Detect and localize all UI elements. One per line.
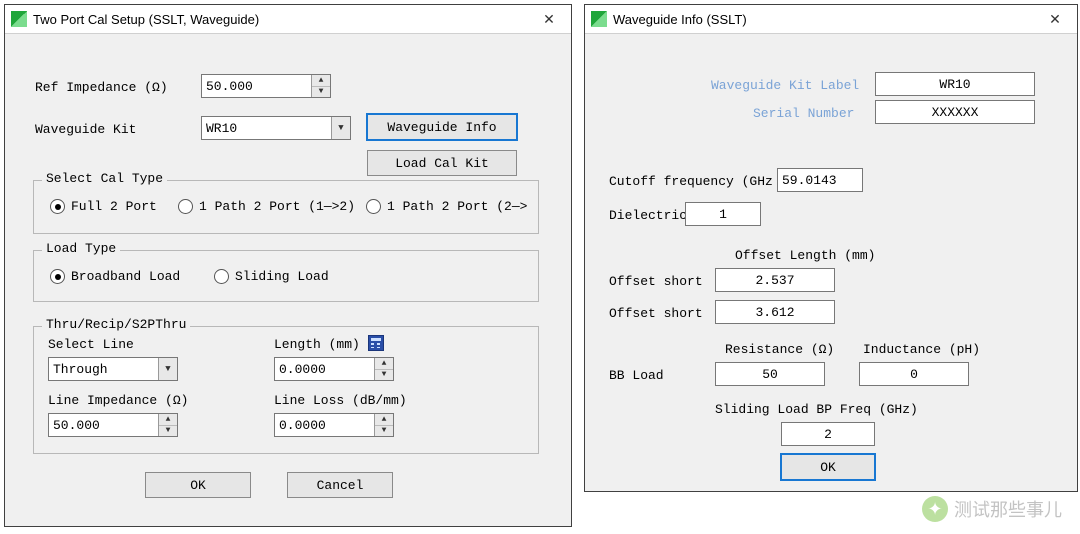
dielectric-value: 1 — [719, 207, 727, 222]
close-button[interactable]: ✕ — [1035, 6, 1075, 32]
app-icon — [591, 11, 607, 27]
calculator-icon[interactable] — [368, 335, 384, 351]
offset-short1-label: Offset short — [609, 274, 703, 289]
radio-full-2-port[interactable]: Full 2 Port — [50, 199, 157, 214]
select-line-select[interactable]: Through ▼ — [48, 357, 178, 381]
load-type-legend: Load Type — [42, 241, 120, 256]
select-line-label: Select Line — [48, 337, 134, 352]
titlebar: Waveguide Info (SSLT) ✕ — [585, 5, 1077, 34]
dialog-title: Two Port Cal Setup (SSLT, Waveguide) — [33, 12, 529, 27]
serial-number-value: XXXXXX — [932, 105, 979, 120]
ref-impedance-input[interactable]: 50.000 ▲▼ — [201, 74, 331, 98]
serial-number-label: Serial Number — [753, 106, 854, 121]
thru-group: Thru/Recip/S2PThru Select Line Through ▼… — [33, 326, 539, 454]
sliding-bp-input[interactable]: 2 — [781, 422, 875, 446]
radio-dot-icon — [214, 269, 229, 284]
close-button[interactable]: ✕ — [529, 6, 569, 32]
line-loss-spinner[interactable]: ▲▼ — [374, 414, 393, 436]
line-impedance-label: Line Impedance (Ω) — [48, 393, 188, 408]
resistance-value: 50 — [762, 367, 778, 382]
radio-sliding-load[interactable]: Sliding Load — [214, 269, 329, 284]
dielectric-input[interactable]: 1 — [685, 202, 761, 226]
radio-dot-icon — [178, 199, 193, 214]
radio-dot-icon — [50, 269, 65, 284]
length-label: Length (mm) — [274, 337, 360, 352]
kit-label-value: WR10 — [939, 77, 970, 92]
line-impedance-value: 50.000 — [53, 418, 100, 433]
client-area: Waveguide Kit Label WR10 Serial Number X… — [585, 34, 1077, 492]
offset-short1-value: 2.537 — [755, 273, 794, 288]
offset-short2-input[interactable]: 3.612 — [715, 300, 835, 324]
serial-number-input[interactable]: XXXXXX — [875, 100, 1035, 124]
resistance-label: Resistance (Ω) — [725, 342, 834, 357]
spin-down-icon[interactable]: ▼ — [312, 87, 330, 98]
waveguide-info-button[interactable]: Waveguide Info — [367, 114, 517, 140]
select-line-value: Through — [53, 362, 108, 377]
offset-short2-value: 3.612 — [755, 305, 794, 320]
inductance-input[interactable]: 0 — [859, 362, 969, 386]
spin-up-icon[interactable]: ▲ — [375, 358, 393, 370]
titlebar: Two Port Cal Setup (SSLT, Waveguide) ✕ — [5, 5, 571, 34]
cutoff-frequency-value: 59.0143 — [782, 173, 837, 188]
ok-button[interactable]: OK — [145, 472, 251, 498]
radio-broadband-load[interactable]: Broadband Load — [50, 269, 180, 284]
select-cal-type-legend: Select Cal Type — [42, 171, 167, 186]
spin-down-icon[interactable]: ▼ — [375, 370, 393, 381]
spin-down-icon[interactable]: ▼ — [375, 426, 393, 437]
cutoff-frequency-label: Cutoff frequency (GHz — [609, 174, 773, 189]
chevron-down-icon: ▼ — [331, 117, 350, 139]
watermark-text: 测试那些事儿 — [954, 496, 1062, 522]
spin-up-icon[interactable]: ▲ — [375, 414, 393, 426]
offset-length-header: Offset Length (mm) — [735, 248, 875, 263]
line-loss-input[interactable]: 0.0000 ▲▼ — [274, 413, 394, 437]
waveguide-info-dialog: Waveguide Info (SSLT) ✕ Waveguide Kit La… — [584, 4, 1078, 492]
spin-down-icon[interactable]: ▼ — [159, 426, 177, 437]
line-impedance-input[interactable]: 50.000 ▲▼ — [48, 413, 178, 437]
spin-up-icon[interactable]: ▲ — [312, 75, 330, 87]
ref-impedance-label: Ref Impedance (Ω) — [35, 80, 168, 95]
select-cal-type-group: Select Cal Type Full 2 Port 1 Path 2 Por… — [33, 180, 539, 234]
kit-label-label: Waveguide Kit Label — [711, 78, 859, 93]
offset-short1-input[interactable]: 2.537 — [715, 268, 835, 292]
load-cal-kit-button[interactable]: Load Cal Kit — [367, 150, 517, 176]
dielectric-label: Dielectric — [609, 208, 687, 223]
waveguide-kit-select[interactable]: WR10 ▼ — [201, 116, 351, 140]
length-input[interactable]: 0.0000 ▲▼ — [274, 357, 394, 381]
inductance-value: 0 — [910, 367, 918, 382]
cancel-button[interactable]: Cancel — [287, 472, 393, 498]
spin-up-icon[interactable]: ▲ — [159, 414, 177, 426]
app-icon — [11, 11, 27, 27]
bb-load-label: BB Load — [609, 368, 664, 383]
ref-impedance-value: 50.000 — [206, 79, 253, 94]
wechat-icon: ✦ — [922, 496, 948, 522]
load-type-group: Load Type Broadband Load Sliding Load — [33, 250, 539, 302]
line-loss-value: 0.0000 — [279, 418, 326, 433]
resistance-input[interactable]: 50 — [715, 362, 825, 386]
client-area: Ref Impedance (Ω) 50.000 ▲▼ Waveguide Ki… — [5, 34, 571, 527]
radio-1-path-2-port-12[interactable]: 1 Path 2 Port (1—>2) — [178, 199, 355, 214]
offset-short2-label: Offset short — [609, 306, 703, 321]
dialog-title: Waveguide Info (SSLT) — [613, 12, 1035, 27]
length-spinner[interactable]: ▲▼ — [374, 358, 393, 380]
two-port-cal-setup-dialog: Two Port Cal Setup (SSLT, Waveguide) ✕ R… — [4, 4, 572, 527]
chevron-down-icon: ▼ — [158, 358, 177, 380]
waveguide-kit-label: Waveguide Kit — [35, 122, 136, 137]
ok-button[interactable]: OK — [781, 454, 875, 480]
line-impedance-spinner[interactable]: ▲▼ — [158, 414, 177, 436]
radio-dot-icon — [50, 199, 65, 214]
watermark: ✦ 测试那些事儿 — [922, 496, 1062, 522]
sliding-bp-value: 2 — [824, 427, 832, 442]
line-loss-label: Line Loss (dB/mm) — [274, 393, 407, 408]
radio-1-path-2-port-21[interactable]: 1 Path 2 Port (2—> — [366, 199, 527, 214]
sliding-bp-label: Sliding Load BP Freq (GHz) — [715, 402, 918, 417]
ref-impedance-spinner[interactable]: ▲▼ — [311, 75, 330, 97]
thru-legend: Thru/Recip/S2PThru — [42, 317, 190, 332]
length-value: 0.0000 — [279, 362, 326, 377]
kit-label-input[interactable]: WR10 — [875, 72, 1035, 96]
waveguide-kit-value: WR10 — [206, 121, 237, 136]
radio-dot-icon — [366, 199, 381, 214]
cutoff-frequency-input[interactable]: 59.0143 — [777, 168, 863, 192]
inductance-label: Inductance (pH) — [863, 342, 980, 357]
